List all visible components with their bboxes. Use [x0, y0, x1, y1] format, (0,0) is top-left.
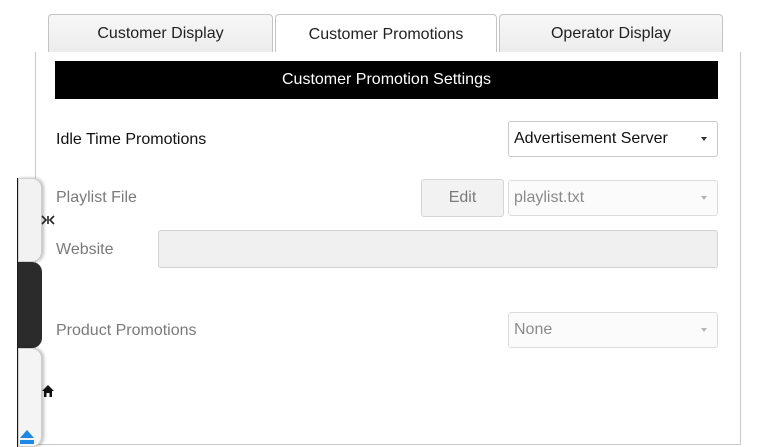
website-label: Website — [56, 241, 114, 258]
playlist-label: Playlist File — [56, 189, 137, 206]
playlist-value: playlist.txt — [514, 189, 585, 206]
tab-customer-display[interactable]: Customer Display — [48, 14, 273, 53]
tab-operator-display[interactable]: Operator Display — [499, 14, 723, 53]
collapse-button[interactable] — [18, 178, 55, 262]
section-header: Customer Promotion Settings — [55, 61, 718, 99]
product-promotions-label: Product Promotions — [56, 322, 197, 339]
play-button[interactable] — [18, 262, 51, 348]
tab-label: Customer Promotions — [308, 25, 464, 43]
home-icon — [39, 382, 57, 400]
edit-button-label: Edit — [448, 189, 477, 206]
tab-customer-promotions[interactable]: Customer Promotions — [275, 14, 497, 54]
side-drawer — [0, 178, 55, 447]
playlist-select[interactable]: playlist.txt — [508, 180, 718, 216]
section-title: Customer Promotion Settings — [282, 71, 491, 88]
chevron-down-icon — [701, 137, 707, 141]
settings-window: Customer Display Customer Promotions Ope… — [0, 0, 770, 447]
chevron-down-icon — [701, 196, 707, 200]
website-input[interactable] — [158, 230, 718, 268]
play-icon — [38, 296, 56, 314]
idle-time-select[interactable]: Advertisement Server — [508, 121, 718, 157]
idle-time-value: Advertisement Server — [514, 130, 668, 147]
collapse-arrows-icon — [39, 211, 57, 229]
idle-time-label: Idle Time Promotions — [56, 131, 207, 148]
product-promotions-value: None — [514, 321, 553, 338]
eject-icon[interactable] — [18, 428, 36, 446]
tab-label: Operator Display — [550, 25, 672, 42]
edit-playlist-button[interactable]: Edit — [421, 179, 504, 217]
product-promotions-select[interactable]: None — [508, 312, 718, 348]
chevron-down-icon — [701, 328, 707, 332]
tab-label: Customer Display — [97, 25, 224, 42]
